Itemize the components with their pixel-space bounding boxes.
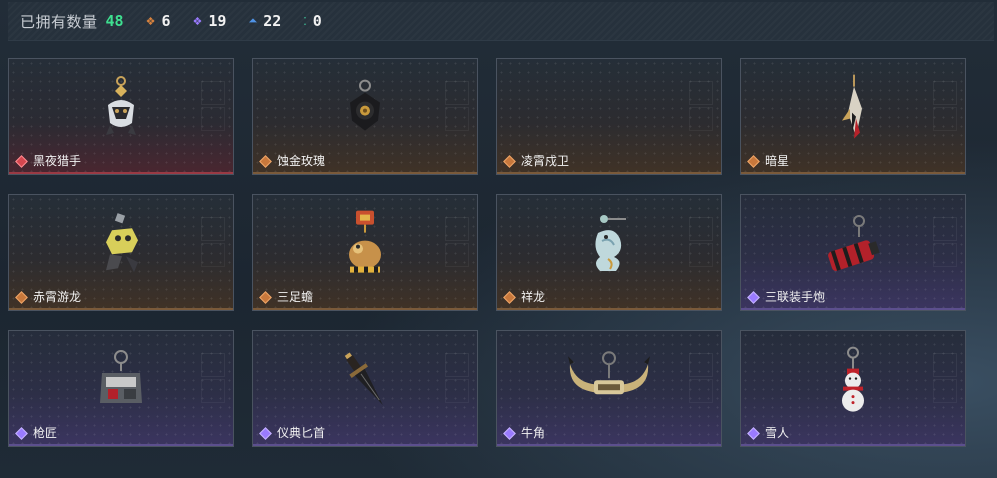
item-name: 祥龙 (521, 290, 546, 304)
stat-purple-count: 19 (208, 12, 227, 30)
item-card[interactable]: 三足蟾 (252, 194, 478, 311)
item-name: 暗星 (765, 154, 790, 168)
owned-count: 48 (105, 12, 124, 30)
auspicious-dragon-charm-icon (584, 211, 634, 281)
item-card[interactable]: 祥龙 (496, 194, 722, 311)
stat-green-count: 0 (312, 12, 322, 30)
stat-orange: ❖ 6 (146, 12, 171, 30)
gold-rose-charm-icon (342, 78, 388, 142)
orange-diamond-icon: ❖ (145, 14, 156, 28)
item-card[interactable]: 枪匠 (8, 330, 234, 447)
item-card[interactable]: 赤霄游龙 (8, 194, 234, 311)
item-card[interactable]: 蚀金玫瑰 (252, 58, 478, 175)
item-card[interactable]: 雪人 (740, 330, 966, 447)
triple-hand-cannon-charm-icon (823, 211, 883, 281)
dark-star-charm-icon (838, 72, 868, 146)
item-name: 仪典匕首 (277, 426, 326, 440)
item-name: 牛角 (521, 426, 546, 440)
three-legged-toad-charm-icon (342, 208, 388, 282)
item-name: 蚀金玫瑰 (277, 154, 326, 168)
item-name: 赤霄游龙 (33, 290, 82, 304)
blue-chevron-icon: ⏶ (248, 14, 258, 27)
item-name: 黑夜猎手 (33, 154, 82, 168)
snowman-charm-icon (835, 344, 871, 418)
crimson-dragon-charm-icon (98, 212, 144, 280)
stat-purple: ❖ 19 (192, 12, 226, 30)
item-card[interactable]: 仪典匕首 (252, 330, 478, 447)
hunter-charm-icon (96, 75, 146, 145)
collection-summary-bar: 已拥有数量 48 ❖ 6 ❖ 19 ⏶ 22 ⁚ 0 (8, 2, 994, 41)
purple-diamond-icon: ❖ (192, 14, 203, 28)
stat-blue-count: 22 (263, 12, 282, 30)
item-name: 雪人 (765, 426, 790, 440)
item-card[interactable]: 三联装手炮 (740, 194, 966, 311)
bull-horn-charm-icon (564, 348, 654, 416)
gunsmith-charm-icon (94, 347, 148, 417)
item-card[interactable]: 黑夜猎手 (8, 58, 234, 175)
item-name: 枪匠 (33, 426, 58, 440)
stat-orange-count: 6 (161, 12, 171, 30)
green-dots-icon: ⁚ (303, 14, 307, 28)
stat-blue: ⏶ 22 (248, 12, 281, 30)
item-card[interactable]: 牛角 (496, 330, 722, 447)
item-card[interactable]: 暗星 (740, 58, 966, 175)
stat-green: ⁚ 0 (303, 12, 322, 30)
item-card[interactable]: 凌霄戍卫 (496, 58, 722, 175)
owned-label: 已拥有数量 (20, 12, 98, 31)
item-name: 三足蟾 (277, 290, 314, 304)
item-name: 凌霄戍卫 (521, 154, 570, 168)
ceremonial-dagger-charm-icon (335, 344, 395, 418)
item-name: 三联装手炮 (765, 290, 826, 304)
